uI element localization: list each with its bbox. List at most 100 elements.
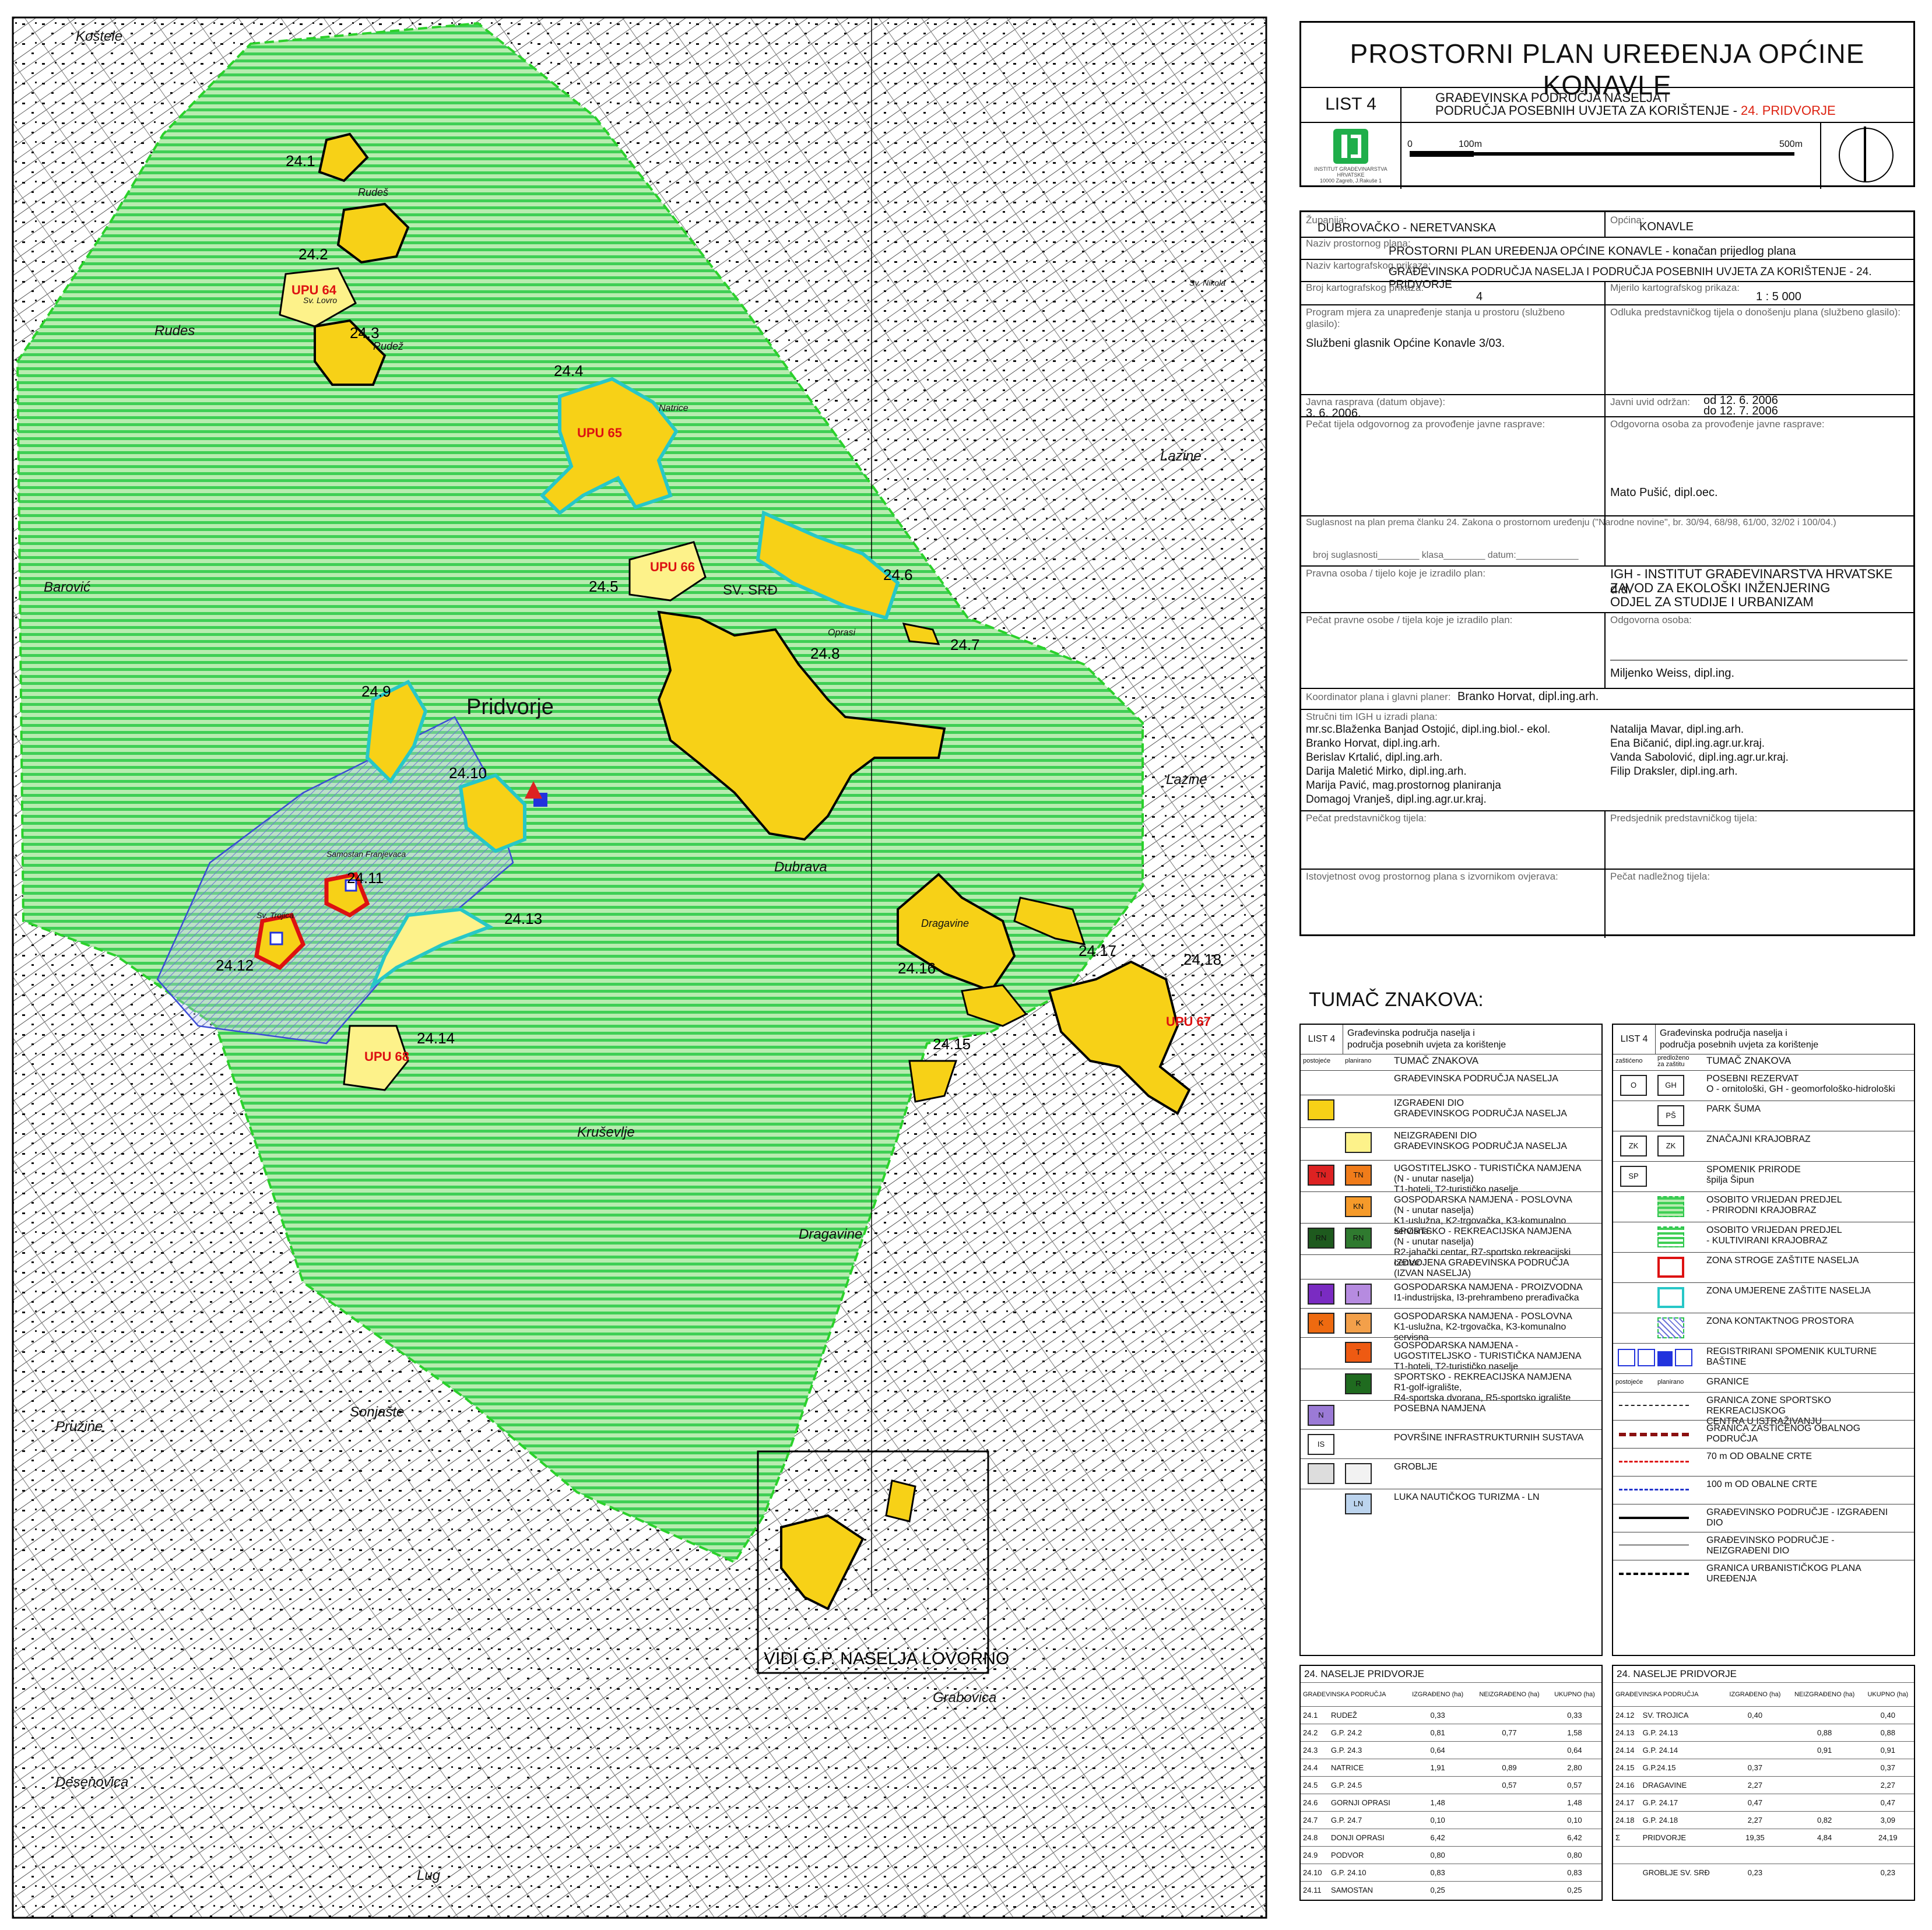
legend-label: OSOBITO VRIJEDAN PREDJEL - KULTIVIRANI KR…	[1706, 1225, 1842, 1246]
place-pridvorje: Pridvorje	[466, 695, 554, 719]
place-sv-srd: SV. SRĐ	[723, 582, 778, 598]
legend-symbol: RN	[1308, 1228, 1334, 1249]
legend-row	[1301, 1429, 1601, 1430]
legend-label: POVRŠINE INFRASTRUKTURNIH SUSTAVA	[1394, 1433, 1584, 1443]
legend-row	[1301, 1223, 1601, 1224]
legend-label: ZONA STROGE ZAŠTITE NASELJA	[1706, 1256, 1859, 1265]
program-value: Službeni glasnik Općine Konavle 3/03.	[1306, 337, 1505, 350]
legend-label: 100 m OD OBALNE CRTE	[1706, 1479, 1817, 1489]
legend-symbol: T	[1345, 1342, 1372, 1363]
table-row: 24.7 G.P. 24.7 0,10 0,10	[1301, 1811, 1601, 1829]
team-left: mr.sc.Blaženka Banjad Ostojić, dipl.ing.…	[1306, 723, 1551, 806]
place-sonjaste: Sonjašte	[350, 1404, 404, 1420]
legend-row	[1613, 1343, 1914, 1344]
upu-label: UPU 68	[364, 1049, 409, 1064]
legend-line-symbol	[1619, 1573, 1689, 1575]
legend-label: GRANICA ZONE SPORTSKO REKREACIJSKOG CENTR…	[1706, 1395, 1831, 1426]
subtitle-line2: PODRUČJA POSEBNIH UVJETA ZA KORIŠTENJE -…	[1435, 103, 1836, 118]
zone-label: 24.16	[898, 959, 936, 977]
table-row: GROBLJE SV. SRĐ 0,23 0,23	[1613, 1864, 1914, 1881]
legend-row	[1301, 1160, 1601, 1161]
legend-line-symbol	[1619, 1405, 1689, 1406]
zone-label: 24.4	[554, 362, 584, 379]
legend-symbol: I	[1345, 1284, 1372, 1305]
legend-row	[1613, 1070, 1914, 1071]
zone-lovorno-b	[885, 1479, 916, 1523]
legend-symbol: I	[1308, 1284, 1334, 1305]
upu-label: UPU 66	[650, 560, 695, 574]
legend-symbol	[1657, 1196, 1684, 1217]
upu-label: UPU 67	[1166, 1014, 1211, 1029]
legend-left: LIST 4 Građevinska područja naselja i po…	[1299, 1024, 1603, 1656]
igh-logo-icon	[1333, 129, 1368, 164]
table-row: 24.3 G.P. 24.3 0,64 0,64	[1301, 1741, 1601, 1759]
legend-label: POSEBNI REZERVAT O - ornitološki, GH - ge…	[1706, 1074, 1895, 1094]
stats-table-right: 24. NASELJE PRIDVORJE GRAĐEVINSKA PODRUČ…	[1612, 1665, 1915, 1901]
legend-row	[1301, 1191, 1601, 1192]
place-rudes: Rudes	[154, 323, 195, 339]
place-natrice: Natrice	[659, 403, 689, 413]
legend-symbol: RN	[1345, 1228, 1372, 1249]
legend-symbol	[1308, 1099, 1334, 1120]
opcina-value: KONAVLE	[1639, 220, 1694, 233]
zupanija-value: DUBROVAČKO - NERETVANSKA	[1318, 222, 1496, 234]
table-row: 24.1 RUDEŽ 0,33 0,33	[1301, 1706, 1601, 1724]
legend-symbol	[1657, 1257, 1684, 1278]
legend-label: GRAĐEVINSKO PODRUČJE - NEIZGRAĐENI DIO	[1706, 1535, 1835, 1556]
legend-symbol	[1657, 1317, 1684, 1338]
map-area[interactable]: 24.1 24.2 24.3 24.4 24.5 24.6 24.7 24.8 …	[0, 0, 1271, 1930]
responsible-person-2: Miljenko Weiss, dipl.ing.	[1610, 667, 1735, 680]
place-sv-lovro: Sv. Lovro	[303, 296, 337, 305]
upu-label: UPU 65	[577, 426, 622, 440]
sheet-number: LIST 4	[1301, 87, 1401, 122]
legend-label: ZONA UMJERENE ZAŠTITE NASELJA	[1706, 1286, 1871, 1296]
legend-label: SPORTSKO - REKREACIJSKA NAMJENA R1-golf-i…	[1394, 1372, 1572, 1403]
legend-symbol: PŠ	[1657, 1105, 1684, 1126]
map-canvas: 24.1 24.2 24.3 24.4 24.5 24.6 24.7 24.8 …	[12, 16, 1267, 1919]
zone-label: 24.15	[933, 1035, 971, 1053]
metadata-block: Županija: DUBROVAČKO - NERETVANSKA Općin…	[1299, 210, 1915, 938]
zone-label: 24.17	[1079, 942, 1116, 959]
place-dragavine2: Dragavine	[799, 1226, 862, 1242]
zone-label: 24.14	[417, 1029, 455, 1047]
legend-row	[1301, 1308, 1601, 1309]
stats-table-left: 24. NASELJE PRIDVORJE GRAĐEVINSKA PODRUČ…	[1299, 1665, 1603, 1901]
legend-row	[1613, 1161, 1914, 1162]
place-pruzine: Pružine	[55, 1419, 103, 1435]
place-barovic: Barović	[44, 579, 90, 595]
legend-symbol	[1657, 1226, 1684, 1247]
table-row: 24.14 G.P. 24.14 0,91 0,91	[1613, 1741, 1914, 1759]
team-right: Natalija Mavar, dipl.ing.arh. Ena Bičanić…	[1610, 723, 1789, 778]
legend-row	[1301, 1070, 1601, 1071]
legend-label: UGOSTITELJSKO - TURISTIČKA NAMJENA (N - u…	[1394, 1163, 1582, 1194]
zone-label: 24.9	[361, 683, 391, 700]
legend-label: PARK ŠUMA	[1706, 1104, 1761, 1114]
legend-label: IZGRAĐENI DIO GRAĐEVINSKOG PODRUČJA NASEL…	[1394, 1098, 1567, 1119]
legend-symbol	[1657, 1287, 1684, 1308]
legend-line-symbol	[1619, 1461, 1689, 1463]
zone-label: 24.6	[883, 566, 913, 583]
title-panel: PROSTORNI PLAN UREĐENJA OPĆINE KONAVLE L…	[1291, 21, 1916, 1915]
legend-label: IZDVOJENA GRAĐEVINSKA PODRUČJA (IZVAN NAS…	[1394, 1258, 1569, 1278]
coordinator: Branko Horvat, dipl.ing.arh.	[1457, 690, 1599, 703]
plan-name: PROSTORNI PLAN UREĐENJA OPĆINE KONAVLE -…	[1389, 245, 1796, 258]
table-row: 24.18 G.P. 24.18 2,27 0,82 3,09	[1613, 1811, 1914, 1829]
title-block: PROSTORNI PLAN UREĐENJA OPĆINE KONAVLE L…	[1299, 21, 1915, 189]
legend-row	[1301, 1400, 1601, 1401]
legend-row	[1613, 1392, 1914, 1393]
table-row: 24.12 SV. TROJICA 0,40 0,40	[1613, 1706, 1914, 1724]
legend-symbol: ZK	[1620, 1135, 1647, 1156]
place-lazine: Lazine	[1160, 448, 1202, 464]
place-sv-trojica: Sv. Trojica	[257, 910, 294, 920]
legend-symbol: R	[1345, 1373, 1372, 1394]
legend-label: ZNAČAJNI KRAJOBRAZ	[1706, 1134, 1811, 1144]
legend-label: POSEBNA NAMJENA	[1394, 1404, 1486, 1414]
zone-label: 24.2	[298, 245, 328, 263]
stats-table: GRAĐEVINSKA PODRUČJA IZGRAĐENO (ha) NEIZGR…	[1613, 1682, 1914, 1881]
legend-symbol	[1345, 1463, 1372, 1484]
place-oprasi: Oprasi	[828, 628, 856, 638]
legend-label: GOSPODARSKA NAMJENA - PROIZVODNA I1-indus…	[1394, 1282, 1583, 1303]
legend-row	[1613, 1191, 1914, 1192]
legend-row	[1613, 1252, 1914, 1253]
zone-label: 24.7	[950, 636, 980, 653]
